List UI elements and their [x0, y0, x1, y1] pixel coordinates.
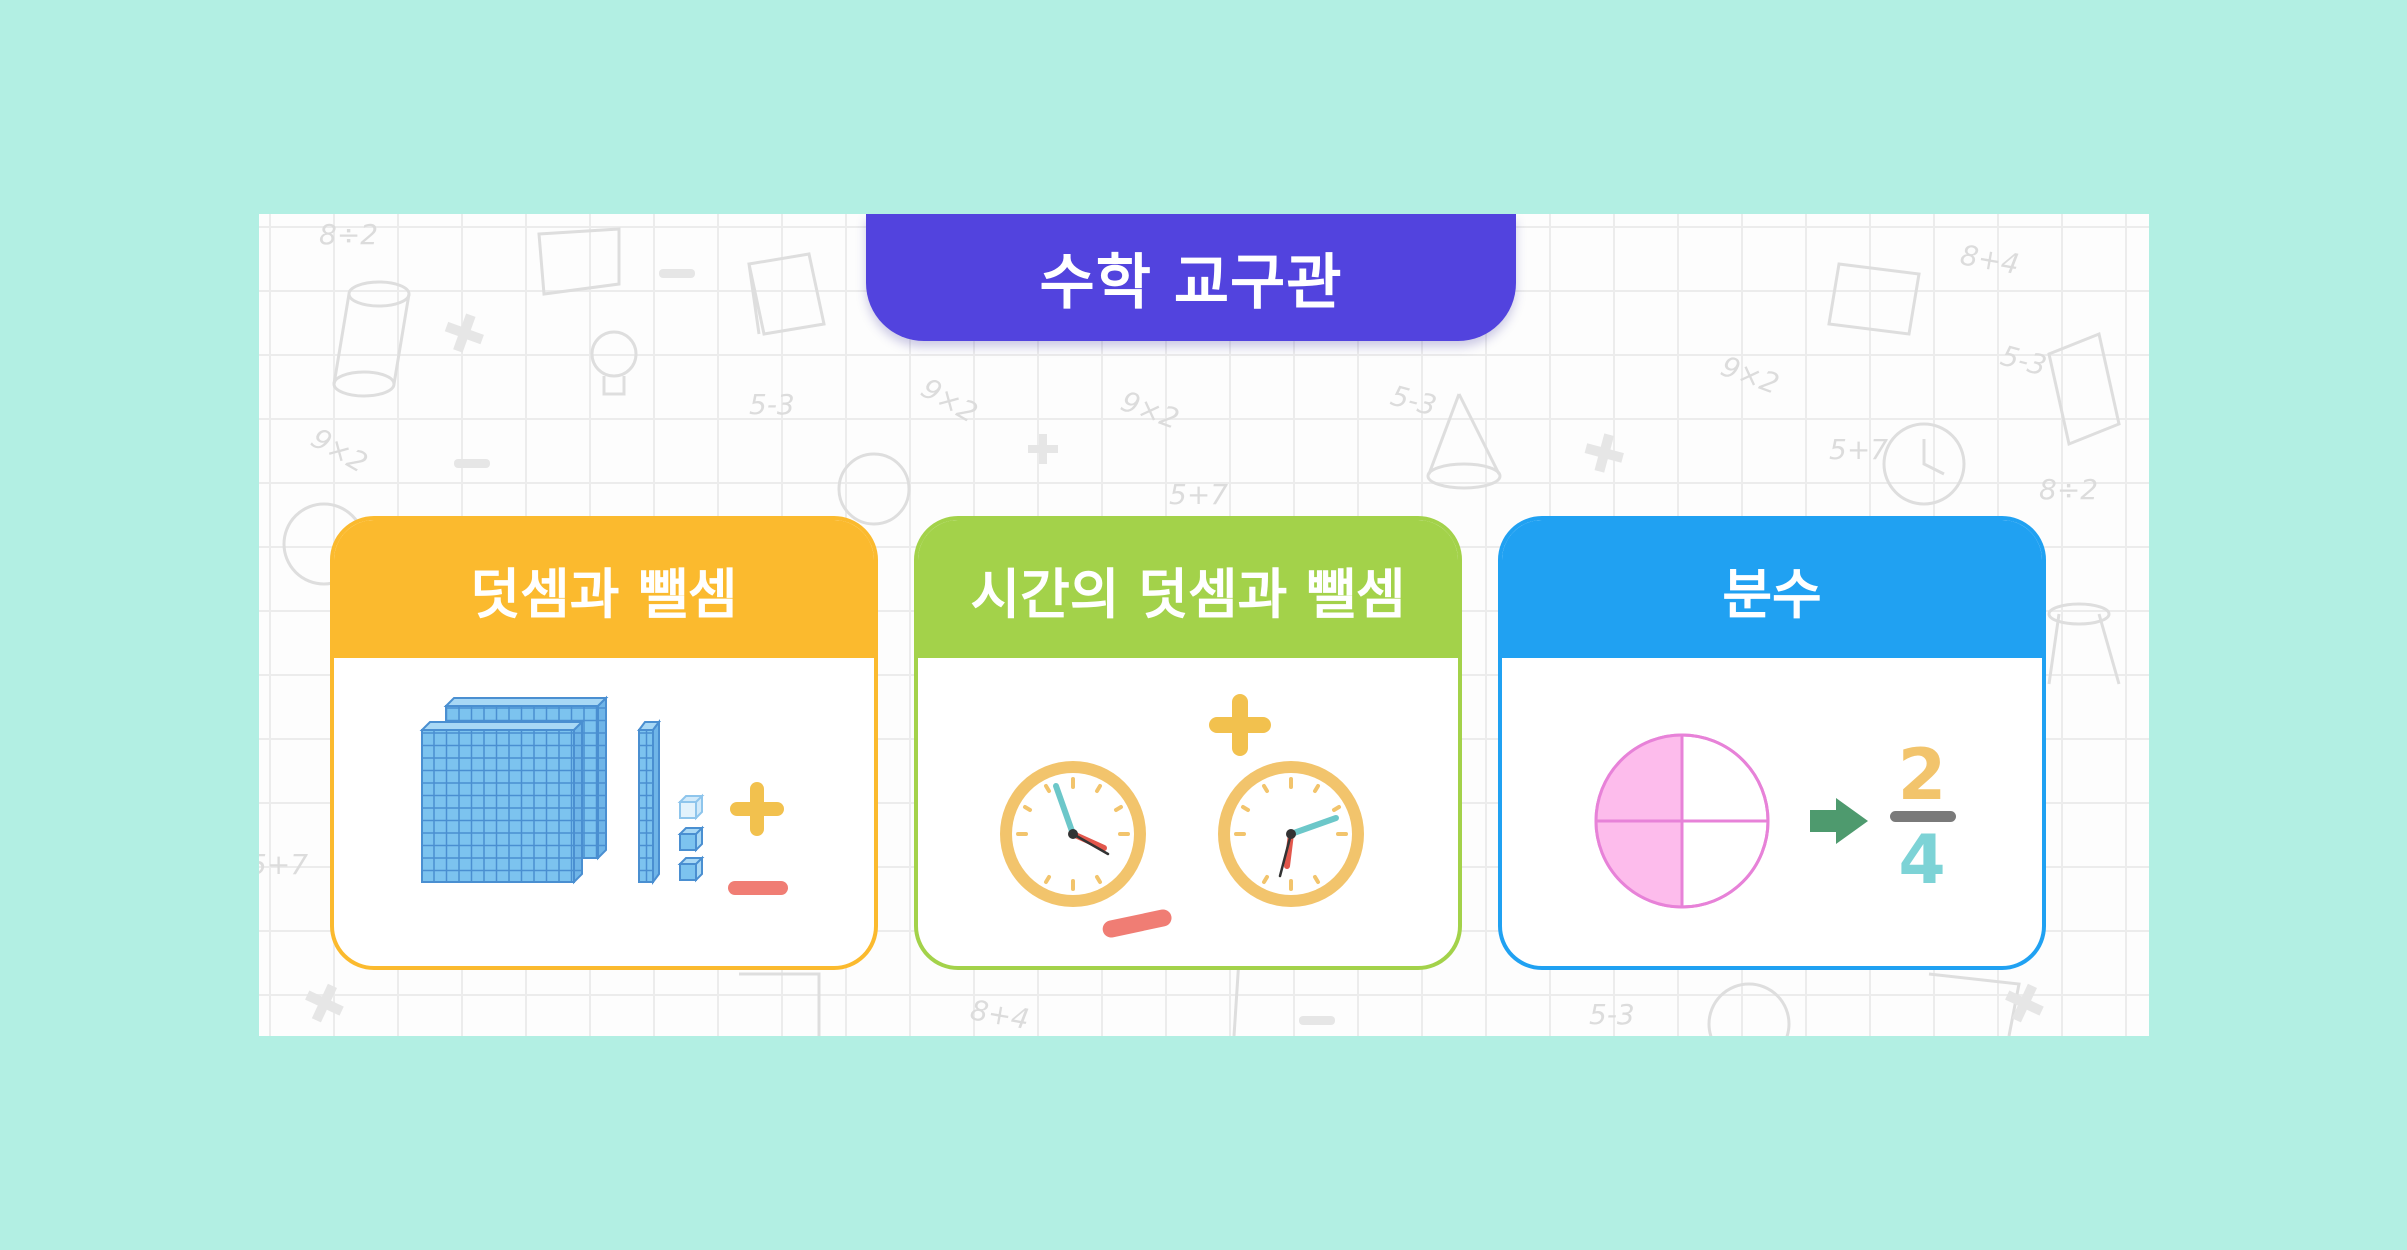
svg-text:8÷2: 8÷2: [319, 218, 378, 251]
clocks-icon: [1000, 694, 1364, 938]
doodle-book: [747, 252, 826, 336]
plus-icon: [730, 782, 784, 836]
svg-text:5+7: 5+7: [1169, 478, 1228, 511]
svg-text:5-3: 5-3: [1589, 998, 1635, 1031]
svg-text:8+4: 8+4: [1958, 238, 2022, 281]
svg-text:8÷2: 8÷2: [2039, 473, 2098, 506]
svg-text:5+7: 5+7: [1829, 433, 1888, 466]
card-label: 덧셈과 뺄셈: [470, 562, 738, 626]
svg-text:5-3: 5-3: [1997, 339, 2050, 383]
page-title: 수학 교구관: [1039, 248, 1343, 318]
minus-icon: [728, 881, 788, 895]
base-ten-blocks-icon: [419, 695, 788, 895]
arrow-right-icon: [1810, 798, 1868, 844]
doodle-prism: [2047, 331, 2121, 685]
doodle-cone: [1426, 393, 1502, 490]
math-tools-panel: 8÷2 9×2 5-3 9×2 9×2 5-3 5+7 5+7 5-3 8+4 …: [259, 214, 2149, 1036]
svg-text:5-3: 5-3: [749, 388, 795, 421]
card-illustration: [918, 658, 1458, 966]
svg-text:9×2: 9×2: [306, 421, 374, 479]
fraction-numerator: 2: [1898, 734, 1947, 816]
minus-icon: [1102, 909, 1172, 938]
plus-icon: [1209, 694, 1271, 756]
card-label: 분수: [1722, 562, 1822, 626]
clock-left: [1000, 761, 1146, 907]
doodle-lightbulb: [590, 330, 638, 396]
doodle-cylinder: [332, 280, 411, 398]
fraction-pie-icon: 2 4: [1594, 733, 1956, 909]
fraction-denominator: 4: [1898, 821, 1945, 900]
svg-text:9×2: 9×2: [916, 371, 984, 429]
card-fraction[interactable]: 분수 2 4: [1498, 516, 2046, 970]
card-header: 분수: [1502, 520, 2042, 658]
card-illustration: 2 4: [1502, 658, 2042, 966]
svg-text:5-3: 5-3: [1387, 379, 1440, 423]
card-label: 시간의 덧셈과 뺄셈: [970, 562, 1406, 626]
clock-right: [1218, 761, 1364, 907]
card-header: 시간의 덧셈과 뺄셈: [918, 520, 1458, 658]
svg-text:9×2: 9×2: [1117, 385, 1184, 436]
card-time-addition-subtraction[interactable]: 시간의 덧셈과 뺄셈: [914, 516, 1462, 970]
card-header: 덧셈과 뺄셈: [334, 520, 874, 658]
card-illustration: [334, 658, 874, 966]
card-addition-subtraction[interactable]: 덧셈과 뺄셈: [330, 516, 878, 970]
svg-text:5+7: 5+7: [259, 848, 308, 881]
svg-text:9×2: 9×2: [1717, 350, 1784, 401]
svg-text:8+4: 8+4: [968, 993, 1032, 1036]
title-banner: 수학 교구관: [866, 214, 1516, 341]
